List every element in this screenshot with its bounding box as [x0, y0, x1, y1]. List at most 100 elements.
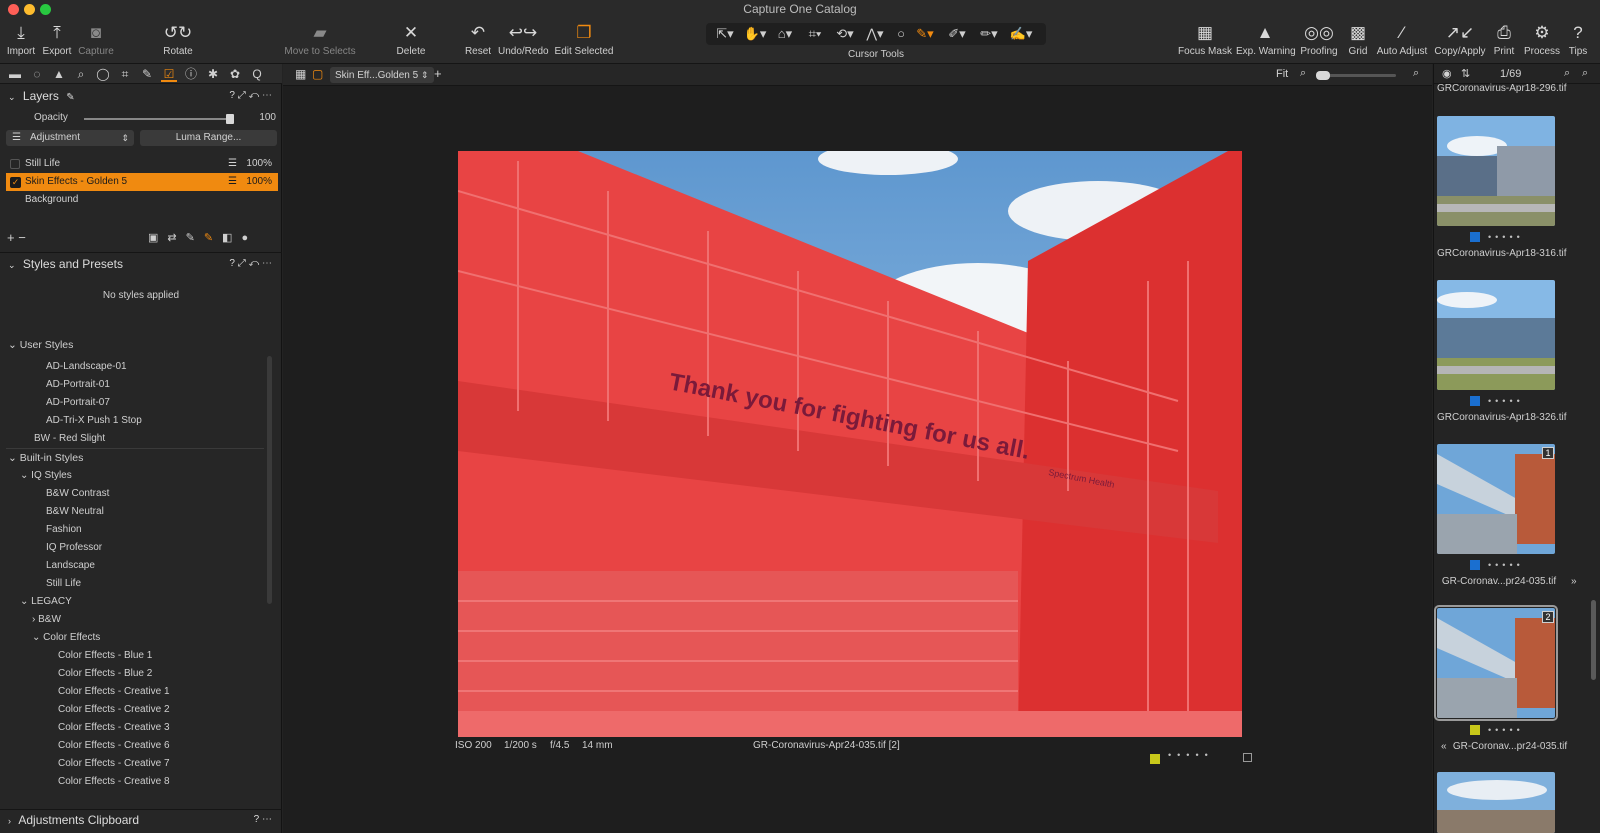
delete-button[interactable]: ✕ Delete [394, 22, 428, 57]
user-style-item[interactable]: AD-Tri-X Push 1 Stop [46, 413, 142, 429]
zoom-out-icon[interactable]: ⌕ [1300, 67, 1306, 80]
undo-redo-button[interactable]: ↩↪ Undo/Redo [498, 22, 549, 57]
grid-view-icon[interactable]: ▦ [295, 67, 306, 81]
viewer-options-icon[interactable] [1243, 753, 1252, 762]
color-effect-item[interactable]: Color Effects - Creative 7 [58, 756, 170, 772]
import-button[interactable]: ⤓ Import [6, 22, 36, 57]
browser-search-icon[interactable]: ⌕ [1564, 67, 1570, 80]
sort-icon[interactable]: ⇅ [1461, 67, 1470, 80]
styles-tab-icon[interactable]: ✿ [227, 66, 243, 82]
edit-selected-button[interactable]: ❐ Edit Selected [554, 22, 614, 57]
capture-button[interactable]: ◙ Capture [78, 22, 114, 57]
legacy-folder[interactable]: ⌄ LEGACY [20, 594, 72, 610]
layer-add-remove[interactable]: + − [7, 230, 26, 245]
search-tab-icon[interactable]: ⌕ [73, 66, 89, 82]
export-button[interactable]: ⤒ Export [40, 22, 74, 57]
quick-tab-icon[interactable]: Q [249, 66, 265, 82]
layer-mode-select[interactable]: ☰ Adjustment ⇕ [6, 130, 134, 146]
layer-checkbox[interactable] [10, 159, 20, 169]
capture-tab-icon[interactable]: ◌ [29, 66, 45, 82]
clipboard-header-actions[interactable]: ? ⋯ [254, 810, 272, 830]
iq-style-item[interactable]: B&W Contrast [46, 486, 109, 502]
thumb-rating-dots[interactable]: ••••• [1488, 725, 1524, 735]
add-tab-icon[interactable]: + [434, 66, 442, 81]
layers-header[interactable]: ⌄ Layers ✎ ? ⤢ ↶ ⋯ [0, 86, 282, 106]
variant-tab[interactable]: Skin Eff...Golden 5 ⇕ [330, 67, 434, 83]
brush-cursor-icon[interactable]: ✎▾ [910, 25, 940, 43]
color-effect-item[interactable]: Color Effects - Creative 2 [58, 702, 170, 718]
thumbnail-selected[interactable] [1434, 605, 1558, 721]
zoom-fit-label[interactable]: Fit [1276, 68, 1288, 80]
process-button[interactable]: ⚙ Process [1522, 22, 1562, 57]
print-button[interactable]: ⎙ Print [1490, 22, 1518, 57]
layer-checkbox-checked[interactable]: ✓ [10, 177, 21, 188]
close-window-button[interactable] [8, 4, 19, 15]
layer-row-skin-effects[interactable]: ✓ Skin Effects - Golden 5 ☰ 100% [6, 173, 278, 191]
browser-zoom-icon[interactable]: ⌕ [1582, 67, 1588, 80]
color-effect-item[interactable]: Color Effects - Creative 6 [58, 738, 170, 754]
color-effect-item[interactable]: Color Effects - Creative 3 [58, 720, 170, 736]
color-effect-item[interactable]: Color Effects - Blue 1 [58, 648, 152, 664]
layer-row-still-life[interactable]: Still Life ☰ 100% [6, 155, 278, 173]
user-style-item[interactable]: BW - Red Slight [34, 431, 105, 447]
gradient-cursor-icon[interactable]: ✏▾ [974, 25, 1004, 43]
luma-range-button[interactable]: Luma Range... [140, 130, 277, 146]
iq-style-item[interactable]: IQ Professor [46, 540, 102, 556]
thumb-color-label[interactable] [1470, 232, 1480, 242]
thumb-rating-dots[interactable]: ••••• [1488, 396, 1524, 406]
lens-tab-icon[interactable]: ▲ [51, 66, 67, 82]
tips-button[interactable]: ? Tips [1566, 22, 1590, 57]
color-label-yellow[interactable] [1150, 754, 1160, 764]
thumbnail[interactable] [1437, 444, 1555, 554]
color-tab-icon[interactable]: ◯ [95, 66, 111, 82]
exp-warning-button[interactable]: ▲ Exp. Warning [1236, 22, 1296, 57]
zoom-slider[interactable] [1316, 71, 1396, 80]
thumb-color-label[interactable] [1470, 560, 1480, 570]
iq-style-item[interactable]: Fashion [46, 522, 82, 538]
pan-cursor-icon[interactable]: ✋▾ [740, 25, 770, 43]
color-effect-item[interactable]: Color Effects - Blue 2 [58, 666, 152, 682]
adjust-tab-icon[interactable]: ✎ [139, 66, 155, 82]
auto-adjust-button[interactable]: ⁄ Auto Adjust [1374, 22, 1430, 57]
crop-cursor-icon[interactable]: ⌗▾ [800, 25, 830, 43]
rotate-button[interactable]: ↺↻ Rotate [160, 22, 196, 57]
picker-cursor-icon[interactable]: ⌂▾ [770, 25, 800, 43]
iq-style-item[interactable]: Landscape [46, 558, 95, 574]
copy-apply-button[interactable]: ↗↙ Copy/Apply [1432, 22, 1488, 57]
output-tab-icon[interactable]: ✱ [205, 66, 221, 82]
user-style-item[interactable]: AD-Portrait-07 [46, 395, 110, 411]
library-tab-icon[interactable]: ▬ [7, 66, 23, 82]
builtin-styles-folder[interactable]: ⌄ Built-in Styles [8, 450, 83, 466]
composition-tab-icon[interactable]: ⌗ [117, 66, 133, 82]
iq-styles-folder[interactable]: ⌄ IQ Styles [20, 468, 72, 484]
opacity-value[interactable]: 100 [244, 110, 276, 126]
select-cursor-icon[interactable]: ⇱▾ [710, 25, 740, 43]
thumbnail[interactable] [1437, 280, 1555, 390]
thumb-color-label[interactable] [1470, 725, 1480, 735]
layers-tab-icon[interactable]: ☑ [161, 66, 177, 82]
eraser-cursor-icon[interactable]: ✐▾ [942, 25, 972, 43]
layer-row-background[interactable]: Background [6, 191, 278, 209]
reset-button[interactable]: ↶ Reset [464, 22, 492, 57]
iq-style-item[interactable]: Still Life [46, 576, 81, 592]
rating-dots[interactable]: ••••• [1168, 750, 1214, 760]
zoom-in-icon[interactable]: ⌕ [1413, 67, 1419, 80]
thumbnail[interactable] [1437, 772, 1555, 833]
photo-with-mask[interactable]: Thank you for fighting for us all. Spect… [458, 151, 1242, 737]
color-effect-item[interactable]: Color Effects - Creative 1 [58, 684, 170, 700]
thumb-color-label[interactable] [1470, 396, 1480, 406]
thumbnail[interactable] [1437, 116, 1555, 226]
focus-mask-button[interactable]: ▦ Focus Mask [1178, 22, 1232, 57]
stack-collapse-icon[interactable]: « [1441, 741, 1447, 752]
move-to-selects-button[interactable]: ▰ Move to Selects [284, 22, 356, 57]
user-style-item[interactable]: AD-Landscape-01 [46, 359, 127, 375]
info-tab-icon[interactable]: ⓘ [183, 66, 199, 82]
styles-scrollbar[interactable] [267, 356, 272, 604]
styles-header-actions[interactable]: ? ⤢ ↶ ⋯ [229, 254, 272, 274]
thumb-rating-dots[interactable]: ••••• [1488, 560, 1524, 570]
proofing-button[interactable]: ◎◎ Proofing [1298, 22, 1340, 57]
maximize-window-button[interactable] [40, 4, 51, 15]
zoom-slider-handle[interactable] [1316, 71, 1330, 80]
stack-expand-icon[interactable]: » [1571, 576, 1577, 587]
thumb-rating-dots[interactable]: ••••• [1488, 232, 1524, 242]
